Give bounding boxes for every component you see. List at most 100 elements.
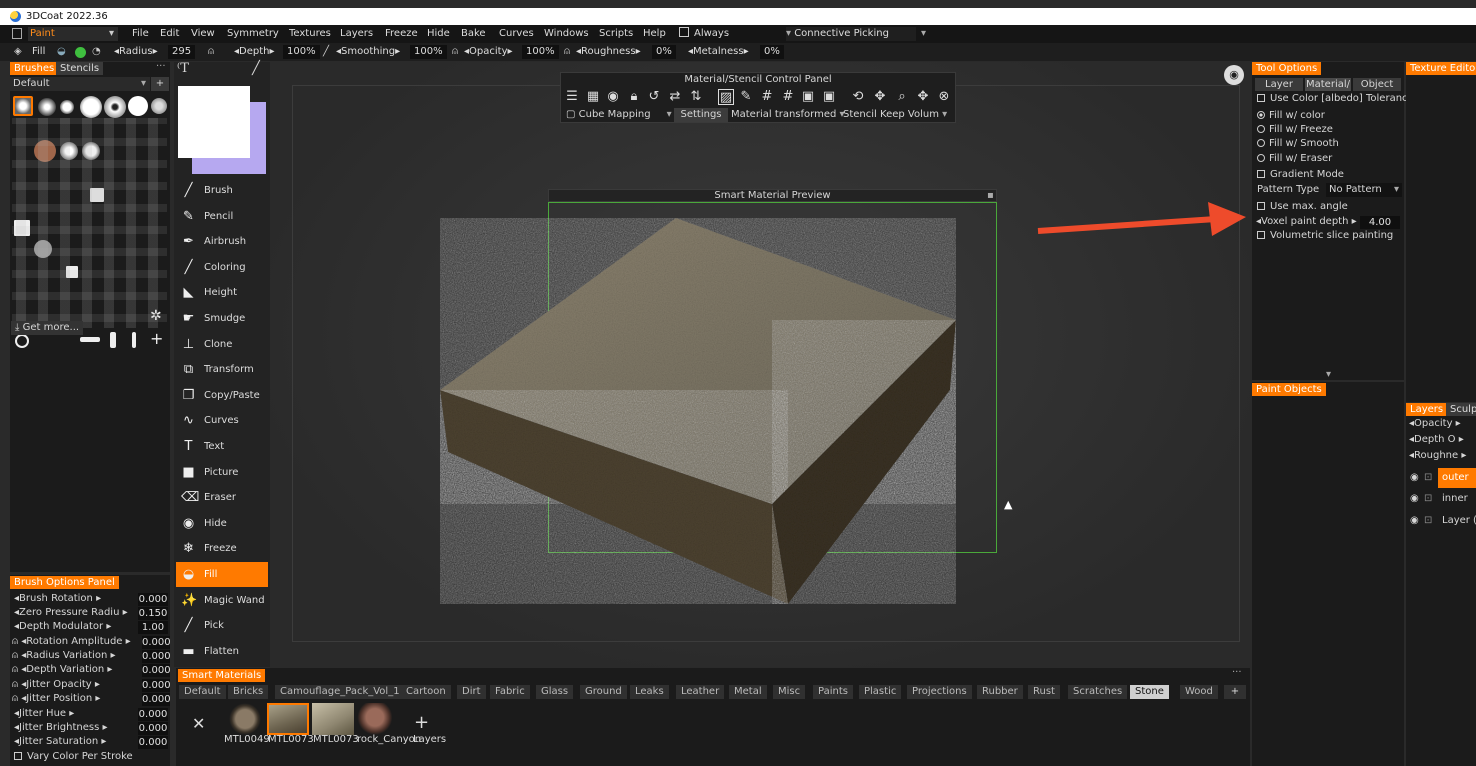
image-upload-icon[interactable]: ▣ (821, 89, 837, 105)
zero-pressure-value[interactable]: 0.150 (138, 607, 168, 620)
material-tab[interactable]: Scratches (1068, 685, 1128, 699)
smoothing-control[interactable]: ◂Smoothing▸ (336, 45, 400, 59)
tool-height[interactable]: ◣ Height (176, 280, 268, 305)
depth-variation-value[interactable]: 0.000 (142, 664, 171, 677)
room-selector[interactable]: Paint ▾ (28, 27, 118, 41)
layer-item-inner[interactable]: inner (1442, 492, 1468, 506)
pen-pressure-icon[interactable]: ⍝ (452, 45, 458, 59)
hash-icon[interactable]: # (759, 89, 775, 105)
lock-icon[interactable]: ⊡ (1424, 492, 1432, 506)
always-checkbox[interactable]: Always (679, 27, 729, 41)
cube-mapping-dropdown[interactable]: ▢ Cube Mapping ▾ (566, 108, 672, 122)
radius-value[interactable]: 295 (168, 45, 196, 59)
swap-horizontal-icon[interactable]: ⇄ (667, 89, 683, 105)
material-tab[interactable]: Fabric (490, 685, 530, 699)
settings-icon[interactable]: ◔ (92, 45, 101, 59)
material-tab[interactable]: Wood (1180, 685, 1218, 699)
jitter-opacity-control[interactable]: ⍝ ◂Jitter Opacity ▸ (12, 678, 100, 692)
material-tab[interactable]: Ground (580, 685, 627, 699)
brush-alpha[interactable] (60, 100, 74, 114)
depth-control[interactable]: ◂Depth▸ (234, 45, 275, 59)
brush-alpha[interactable] (15, 334, 29, 348)
material-tab[interactable]: Rust (1028, 685, 1060, 699)
camera-icon[interactable]: ◉ (1224, 65, 1244, 85)
brush-alpha[interactable] (90, 188, 104, 202)
brush-alpha[interactable] (34, 140, 56, 162)
depth-variation-control[interactable]: ⍝ ◂Depth Variation ▸ (12, 663, 112, 677)
brush-alpha[interactable] (104, 96, 126, 118)
volumetric-checkbox[interactable]: Volumetric slice painting (1257, 229, 1393, 243)
fill-freeze-radio[interactable]: Fill w/ Freeze (1257, 123, 1333, 137)
layer-item-layer[interactable]: Layer ( (1442, 514, 1476, 528)
settings-button[interactable]: Settings (674, 108, 728, 122)
depth-modulator-control[interactable]: ◂Depth Modulator ▸ (14, 620, 111, 634)
rotation-amplitude-value[interactable]: 0.000 (142, 636, 171, 649)
zero-pressure-control[interactable]: ◂Zero Pressure Radiu ▸ (14, 606, 128, 620)
material-tab-selected[interactable]: Stone (1130, 685, 1169, 699)
menu-hide[interactable]: Hide (427, 27, 450, 41)
brush-alpha[interactable] (151, 98, 167, 114)
add-preset-icon[interactable]: + (151, 77, 169, 91)
brush-stroke-icon[interactable]: ╱ (252, 62, 260, 76)
lock-icon[interactable]: 🔒︎ (626, 89, 642, 105)
jitter-position-control[interactable]: ⍝ ◂Jitter Position ▸ (12, 692, 100, 706)
layer-depth-control[interactable]: ◂Depth O ▸ (1409, 433, 1464, 447)
tool-pencil[interactable]: ✎ Pencil (176, 204, 268, 229)
tool-transform[interactable]: ⧉ Transform (176, 357, 268, 382)
tool-airbrush[interactable]: ✒ Airbrush (176, 229, 268, 254)
smoothing-value[interactable]: 100% (410, 45, 447, 59)
menu-symmetry[interactable]: Symmetry (227, 27, 279, 41)
radius-control[interactable]: ◂Radius▸ (114, 45, 158, 59)
brush-alpha[interactable] (66, 266, 78, 278)
brush-alpha[interactable] (14, 220, 30, 236)
material-tab[interactable]: Leaks (630, 685, 669, 699)
jitter-brightness-value[interactable]: 0.000 (138, 722, 168, 735)
radius-variation-value[interactable]: 0.000 (142, 650, 171, 663)
material-tab[interactable]: Misc (773, 685, 806, 699)
metalness-control[interactable]: ◂Metalness▸ (688, 45, 749, 59)
material-tab[interactable]: Rubber (977, 685, 1023, 699)
fill-smooth-radio[interactable]: Fill w/ Smooth (1257, 137, 1339, 151)
layer-visibility-icon[interactable]: ◉ (1410, 471, 1419, 485)
close-icon[interactable]: ✕ (192, 714, 205, 733)
layer-opacity-control[interactable]: ◂Opacity ▸ (1409, 417, 1461, 431)
chevron-down-icon[interactable]: ▾ (921, 27, 926, 41)
use-max-angle-checkbox[interactable]: Use max. angle (1257, 200, 1348, 214)
tool-brush[interactable]: ╱ Brush (176, 178, 268, 203)
rotate-icon[interactable]: ⟲ (850, 89, 866, 105)
tab-sculpt[interactable]: Sculpt (1446, 403, 1476, 416)
sliders-icon[interactable]: ☰ (564, 89, 580, 105)
add-brush-icon[interactable]: + (150, 331, 163, 347)
tool-copy-paste[interactable]: ❐ Copy/Paste (176, 383, 268, 408)
brush-alpha[interactable] (80, 96, 102, 118)
brush-preset-dropdown[interactable]: Default ▾ (10, 77, 150, 91)
pen-pressure-icon[interactable]: ⍝ (564, 45, 570, 59)
lock-icon[interactable]: ⊡ (1424, 471, 1432, 485)
opacity-control[interactable]: ◂Opacity▸ (464, 45, 513, 59)
eye-icon[interactable]: ◉ (605, 89, 621, 105)
tool-clone[interactable]: ⊥ Clone (176, 332, 268, 357)
add-tab-icon[interactable]: + (1224, 685, 1246, 699)
zoom-icon[interactable]: ⌕ (894, 89, 910, 105)
primary-color-swatch[interactable] (178, 86, 250, 158)
material-thumbnail[interactable] (224, 703, 266, 735)
menu-layers[interactable]: Layers (340, 27, 373, 41)
tool-magic-wand[interactable]: ✨ Magic Wand (176, 588, 268, 613)
voxel-depth-value[interactable]: 4.00 (1360, 216, 1400, 229)
brush-alpha-selected[interactable] (13, 96, 33, 116)
layer-visibility-icon[interactable]: ◉ (1410, 492, 1419, 506)
fill-color-radio[interactable]: Fill w/ color (1257, 109, 1325, 123)
tool-hide[interactable]: ◉ Hide (176, 511, 268, 536)
get-more-button[interactable]: ⤓ Get more... (11, 321, 84, 335)
material-thumbnail[interactable] (356, 703, 398, 735)
material-thumbnail-selected[interactable] (267, 703, 309, 735)
tab-material[interactable]: Material/ (1305, 78, 1351, 91)
menu-help[interactable]: Help (643, 27, 666, 41)
fill-eraser-radio[interactable]: Fill w/ Eraser (1257, 152, 1332, 166)
tool-freeze[interactable]: ❄ Freeze (176, 536, 268, 561)
brush-alpha[interactable] (82, 142, 100, 160)
material-tab[interactable]: Metal (729, 685, 767, 699)
material-tab[interactable]: Paints (813, 685, 853, 699)
pin-icon[interactable]: ▪ (987, 189, 994, 202)
depth-value[interactable]: 100% (283, 45, 320, 59)
